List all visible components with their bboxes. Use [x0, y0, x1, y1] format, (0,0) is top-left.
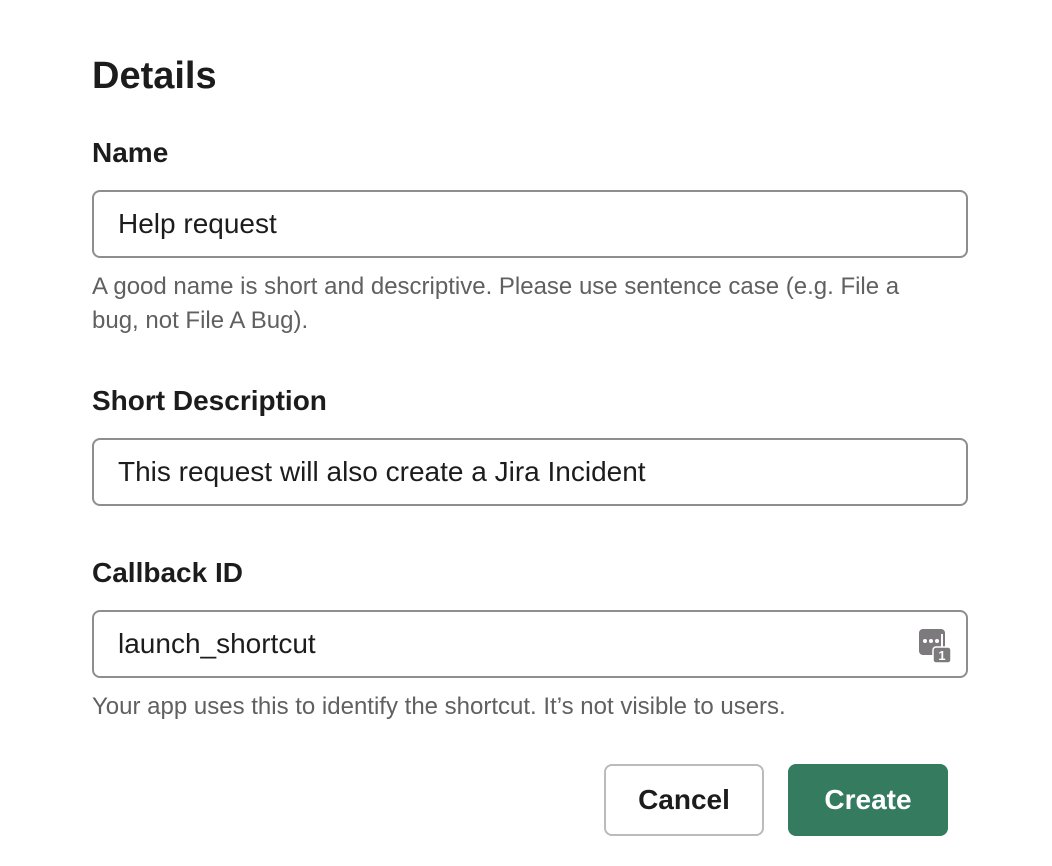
password-manager-icon[interactable]: 1: [918, 628, 952, 664]
password-manager-badge: 1: [938, 648, 945, 663]
short-description-input[interactable]: [94, 440, 898, 504]
callback-id-input-container: 1: [92, 610, 968, 678]
name-input[interactable]: [94, 192, 898, 256]
short-description-label: Short Description: [92, 385, 327, 416]
create-button[interactable]: Create: [788, 764, 948, 836]
name-label: Name: [92, 137, 169, 168]
section-title: Details: [92, 55, 217, 97]
cancel-button[interactable]: Cancel: [604, 764, 764, 836]
details-form: Details Name A good name is short and de…: [0, 0, 1052, 866]
short-description-input-container: [92, 438, 968, 506]
name-hint: A good name is short and descriptive. Pl…: [92, 273, 900, 334]
callback-id-input[interactable]: [94, 612, 898, 676]
callback-id-label: Callback ID: [92, 557, 243, 588]
name-input-container: [92, 190, 968, 258]
callback-id-hint: Your app uses this to identify the short…: [92, 693, 786, 720]
